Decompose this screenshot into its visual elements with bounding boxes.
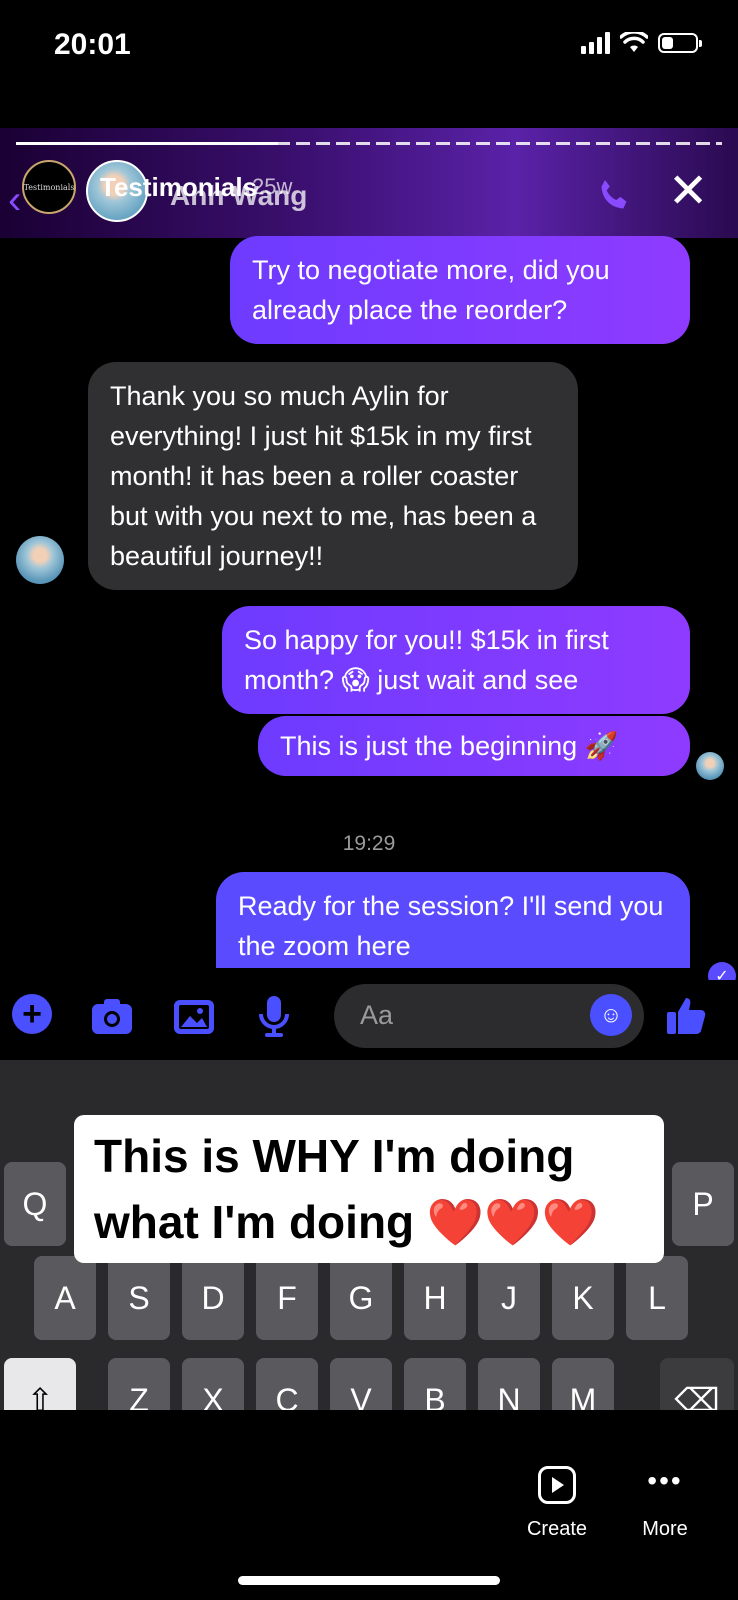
backspace-key[interactable]: ⌫ [660,1358,734,1410]
status-bar: 20:01 [0,0,738,90]
back-chevron-icon[interactable]: ‹ [8,180,21,220]
phone-icon[interactable] [594,176,634,216]
like-thumb-icon[interactable] [664,994,708,1038]
more-label: More [642,1518,688,1540]
plus-icon: + [12,994,52,1034]
message-bubble-outgoing[interactable]: So happy for you!! $15k in first month? … [222,606,690,714]
more-button[interactable]: ••• More [620,1466,710,1541]
story-title[interactable]: Testimonials [100,172,257,203]
reels-create-icon [538,1466,576,1504]
key-m[interactable]: M [552,1358,614,1410]
key-x[interactable]: X [182,1358,244,1410]
key-p[interactable]: P [672,1162,734,1246]
close-icon[interactable]: ✕ [668,168,708,216]
message-composer: + Aa ☺ [0,980,738,1060]
key-f[interactable]: F [256,1256,318,1340]
key-l[interactable]: L [626,1256,688,1340]
key-b[interactable]: B [404,1358,466,1410]
key-q[interactable]: Q [4,1162,66,1246]
story-header: ‹ Testimonials Anh Wang Testimonials 25w… [0,128,738,238]
key-d[interactable]: D [182,1256,244,1340]
wifi-icon [620,32,648,52]
key-z[interactable]: Z [108,1358,170,1410]
key-n[interactable]: N [478,1358,540,1410]
read-receipt-avatar [696,752,724,780]
key-j[interactable]: J [478,1256,540,1340]
key-g[interactable]: G [330,1256,392,1340]
story-progress-filled [16,142,278,145]
status-icons [581,32,702,54]
create-label: Create [526,1518,588,1540]
account-badge-text: Testimonials [23,182,75,192]
key-s[interactable]: S [108,1256,170,1340]
key-v[interactable]: V [330,1358,392,1410]
message-bubble-outgoing[interactable]: Try to negotiate more, did you already p… [230,236,690,344]
signal-icon [581,32,610,54]
key-c[interactable]: C [256,1358,318,1410]
message-bubble-incoming[interactable]: Thank you so much Aylin for everything! … [88,362,578,590]
key-k[interactable]: K [552,1256,614,1340]
caption-line-2: what I'm doing ❤️❤️❤️ [94,1196,599,1248]
microphone-icon[interactable] [252,994,296,1038]
shift-key[interactable]: ⇧ [4,1358,76,1410]
message-timestamp: 19:29 [342,832,396,855]
battery-icon [658,33,702,53]
message-bubble-outgoing[interactable]: This is just the beginning 🚀 [258,716,690,776]
create-button[interactable]: Create [512,1466,602,1541]
caption-line-1: This is WHY I'm doing [94,1130,575,1182]
key-h[interactable]: H [404,1256,466,1340]
key-a[interactable]: A [34,1256,96,1340]
more-dots-icon: ••• [647,1465,683,1496]
gallery-icon[interactable] [172,994,216,1038]
sender-avatar[interactable] [16,536,64,584]
home-indicator[interactable] [238,1576,500,1585]
camera-icon[interactable] [90,994,134,1038]
status-time: 20:01 [54,28,131,61]
story-age: 25w [252,174,293,199]
bottom-bar: Create ••• More [0,1410,738,1600]
add-button[interactable]: + [12,994,56,1038]
message-bubble-outgoing[interactable]: Ready for the session? I'll send you the… [216,872,690,968]
emoji-icon[interactable]: ☺ [590,994,632,1036]
story-caption: This is WHY I'm doing what I'm doing ❤️❤… [74,1115,664,1263]
story-account-avatar[interactable]: Testimonials [22,160,76,214]
